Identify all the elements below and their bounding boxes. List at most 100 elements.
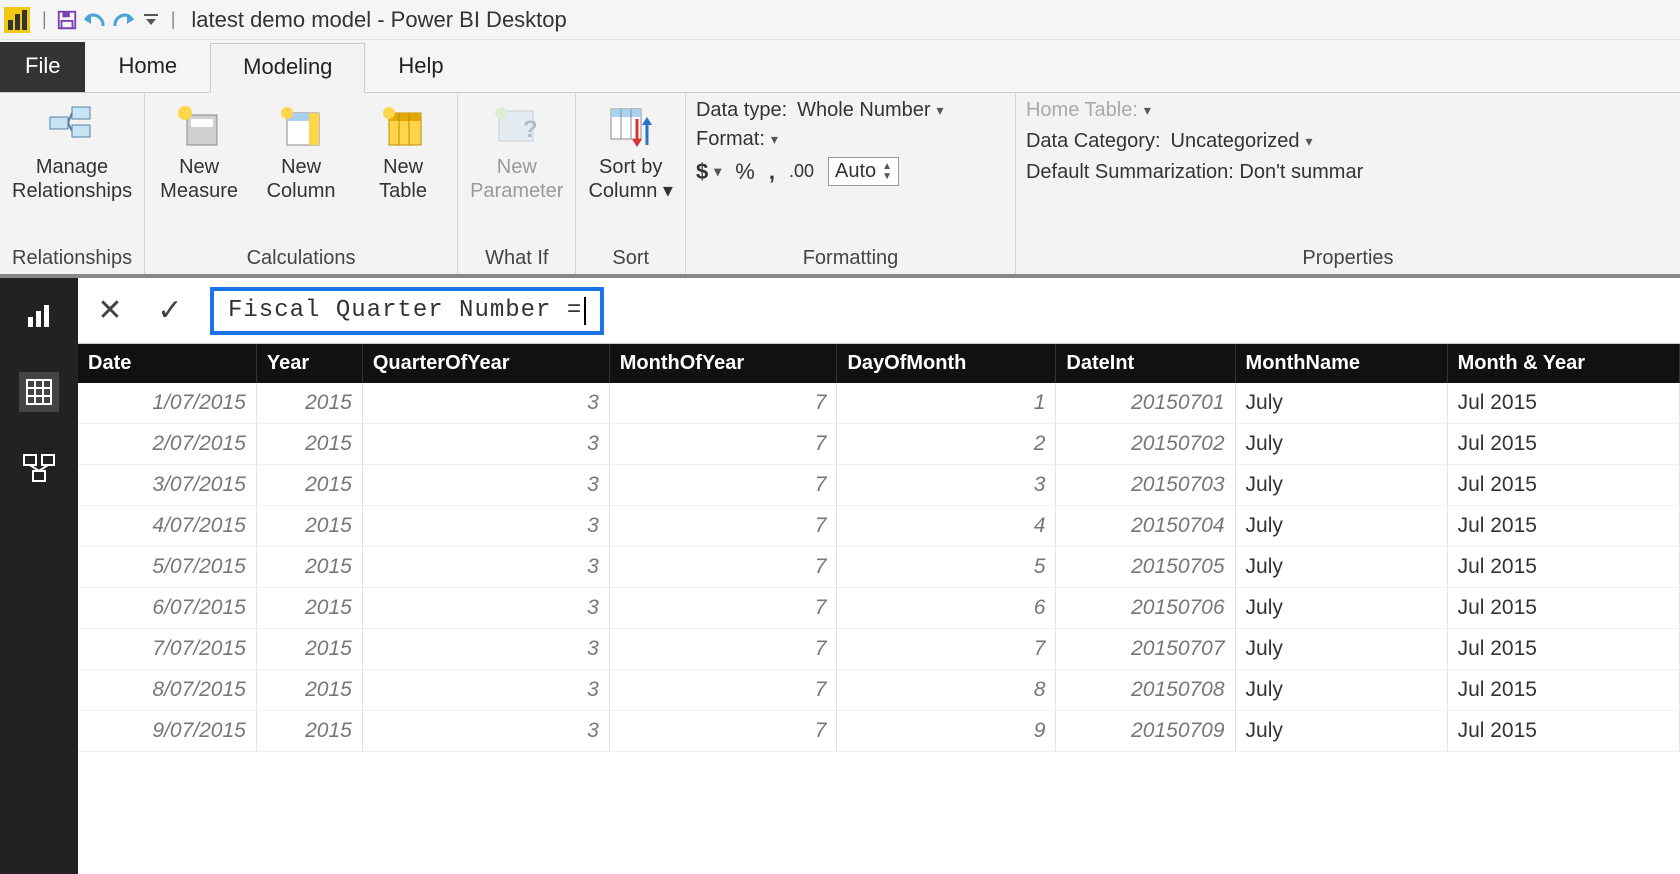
format-dropdown[interactable]: Format: [696,128,778,151]
table-cell[interactable]: 7 [609,506,837,547]
new-column-button[interactable]: New Column [257,99,345,203]
data-table[interactable]: DateYearQuarterOfYearMonthOfYearDayOfMon… [78,344,1680,874]
table-row[interactable]: 5/07/2015201537520150705JulyJul 2015 [78,547,1680,588]
table-cell[interactable]: July [1235,383,1447,424]
table-cell[interactable]: Jul 2015 [1447,383,1679,424]
table-cell[interactable]: July [1235,547,1447,588]
column-header[interactable]: MonthName [1235,344,1447,383]
table-cell[interactable]: 7 [609,588,837,629]
formula-input[interactable]: Fiscal Quarter Number = [210,287,604,335]
table-row[interactable]: 2/07/2015201537220150702JulyJul 2015 [78,424,1680,465]
table-cell[interactable]: 20150708 [1056,670,1235,711]
table-cell[interactable]: 3/07/2015 [78,465,256,506]
table-cell[interactable]: 3 [362,465,609,506]
table-cell[interactable]: 3 [837,465,1056,506]
table-cell[interactable]: 7/07/2015 [78,629,256,670]
table-cell[interactable]: Jul 2015 [1447,424,1679,465]
table-row[interactable]: 8/07/2015201537820150708JulyJul 2015 [78,670,1680,711]
table-cell[interactable]: Jul 2015 [1447,588,1679,629]
tab-file[interactable]: File [0,42,85,92]
report-view-icon[interactable] [19,296,59,336]
table-cell[interactable]: Jul 2015 [1447,711,1679,752]
table-cell[interactable]: 7 [609,424,837,465]
table-cell[interactable]: Jul 2015 [1447,670,1679,711]
table-cell[interactable]: 2015 [256,711,362,752]
table-cell[interactable]: 7 [609,383,837,424]
table-cell[interactable]: 2015 [256,547,362,588]
redo-icon[interactable] [109,6,137,34]
table-cell[interactable]: July [1235,506,1447,547]
table-cell[interactable]: 4 [837,506,1056,547]
sort-by-column-button[interactable]: Sort by Column ▾ [586,99,675,203]
spinner-icon[interactable]: ▲▼ [882,162,892,182]
tab-modeling[interactable]: Modeling [210,43,365,93]
column-header[interactable]: DateInt [1056,344,1235,383]
table-cell[interactable]: 3 [362,547,609,588]
tab-help[interactable]: Help [365,42,476,92]
table-cell[interactable]: 9 [837,711,1056,752]
table-cell[interactable]: 2015 [256,383,362,424]
datatype-dropdown[interactable]: Whole Number [797,99,943,122]
table-cell[interactable]: July [1235,670,1447,711]
table-cell[interactable]: 3 [362,383,609,424]
table-cell[interactable]: 20150702 [1056,424,1235,465]
table-cell[interactable]: 7 [609,670,837,711]
table-cell[interactable]: 8/07/2015 [78,670,256,711]
table-cell[interactable]: July [1235,629,1447,670]
table-row[interactable]: 4/07/2015201537420150704JulyJul 2015 [78,506,1680,547]
table-cell[interactable]: 1/07/2015 [78,383,256,424]
model-view-icon[interactable] [19,448,59,488]
new-table-button[interactable]: New Table [359,99,447,203]
table-cell[interactable]: 7 [837,629,1056,670]
data-view-icon[interactable] [19,372,59,412]
column-header[interactable]: DayOfMonth [837,344,1056,383]
table-cell[interactable]: 4/07/2015 [78,506,256,547]
table-cell[interactable]: July [1235,711,1447,752]
table-cell[interactable]: 7 [609,465,837,506]
table-cell[interactable]: Jul 2015 [1447,465,1679,506]
table-cell[interactable]: 2015 [256,424,362,465]
table-cell[interactable]: 3 [362,506,609,547]
table-cell[interactable]: 2015 [256,506,362,547]
table-cell[interactable]: 20150706 [1056,588,1235,629]
table-cell[interactable]: 20150705 [1056,547,1235,588]
table-cell[interactable]: 6/07/2015 [78,588,256,629]
table-row[interactable]: 1/07/2015201537120150701JulyJul 2015 [78,383,1680,424]
table-row[interactable]: 9/07/2015201537920150709JulyJul 2015 [78,711,1680,752]
table-cell[interactable]: 7 [609,547,837,588]
table-cell[interactable]: 2015 [256,629,362,670]
cancel-formula-icon[interactable]: ✕ [90,293,130,328]
table-cell[interactable]: Jul 2015 [1447,506,1679,547]
column-header[interactable]: Date [78,344,256,383]
table-cell[interactable]: July [1235,424,1447,465]
table-cell[interactable]: July [1235,588,1447,629]
currency-button[interactable]: $ [696,159,721,185]
customize-qat-icon[interactable] [137,6,165,34]
table-cell[interactable]: 7 [609,629,837,670]
table-cell[interactable]: Jul 2015 [1447,629,1679,670]
table-cell[interactable]: 7 [609,711,837,752]
table-cell[interactable]: 5 [837,547,1056,588]
table-cell[interactable]: 8 [837,670,1056,711]
table-cell[interactable]: Jul 2015 [1447,547,1679,588]
table-cell[interactable]: 2015 [256,465,362,506]
column-header[interactable]: Year [256,344,362,383]
table-cell[interactable]: 20150701 [1056,383,1235,424]
save-icon[interactable] [53,6,81,34]
column-header[interactable]: QuarterOfYear [362,344,609,383]
table-cell[interactable]: 9/07/2015 [78,711,256,752]
table-cell[interactable]: 3 [362,629,609,670]
table-cell[interactable]: 6 [837,588,1056,629]
table-cell[interactable]: 20150709 [1056,711,1235,752]
table-cell[interactable]: 20150707 [1056,629,1235,670]
data-category-dropdown[interactable]: Uncategorized [1171,130,1313,153]
manage-relationships-button[interactable]: Manage Relationships [10,99,134,203]
table-cell[interactable]: 20150703 [1056,465,1235,506]
tab-home[interactable]: Home [85,42,210,92]
table-cell[interactable]: 2/07/2015 [78,424,256,465]
table-cell[interactable]: 20150704 [1056,506,1235,547]
percent-button[interactable]: % [735,159,755,185]
comma-button[interactable]: , [769,159,775,185]
column-header[interactable]: Month & Year [1447,344,1679,383]
new-measure-button[interactable]: New Measure [155,99,243,203]
